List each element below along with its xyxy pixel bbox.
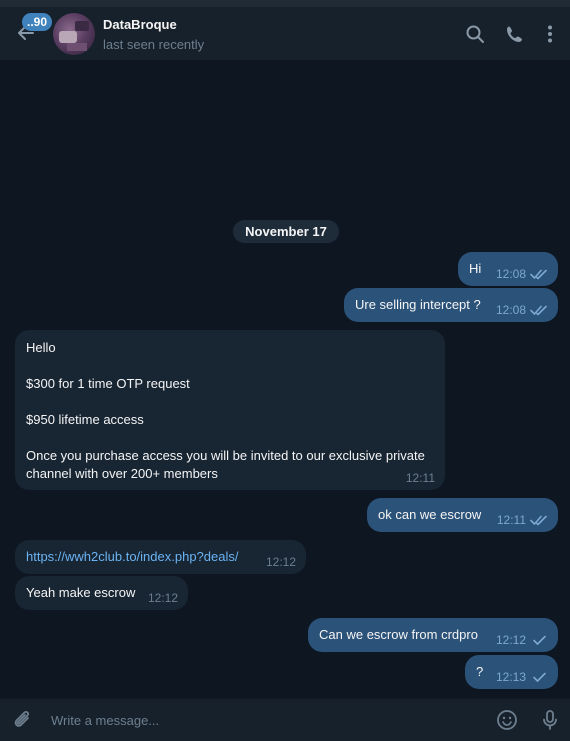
- date-separator: November 17: [233, 220, 339, 243]
- emoji-icon[interactable]: [496, 709, 518, 731]
- message-bubble-outgoing[interactable]: ok can we escrow 12:11: [367, 498, 558, 532]
- unread-count-badge: ..90: [22, 13, 53, 31]
- phone-icon[interactable]: [505, 24, 525, 44]
- message-time: 12:12: [495, 633, 526, 647]
- message-text: Hi: [469, 261, 482, 276]
- message-text: ok can we escrow: [378, 507, 482, 522]
- single-check-icon: [533, 672, 546, 682]
- message-meta: 12:08: [496, 303, 548, 317]
- message-time: 12:08: [495, 267, 526, 281]
- avatar[interactable]: [53, 13, 95, 55]
- search-icon[interactable]: [465, 24, 485, 44]
- double-check-icon: [530, 269, 547, 280]
- message-composer: Write a message...: [0, 698, 570, 741]
- message-text: Ure selling intercept ?: [355, 297, 481, 312]
- message-text: Hello $300 for 1 time OTP request $950 l…: [26, 340, 425, 481]
- message-time: 12:08: [495, 303, 526, 317]
- contact-name[interactable]: DataBroque: [103, 17, 177, 32]
- more-vertical-icon[interactable]: [540, 24, 560, 44]
- double-check-icon: [530, 305, 547, 316]
- message-time: 12:13: [495, 670, 526, 684]
- paperclip-icon[interactable]: [12, 709, 34, 731]
- message-meta: 12:08: [496, 267, 548, 281]
- message-bubble-outgoing[interactable]: Hi 12:08: [458, 252, 558, 286]
- message-time: 12:11: [405, 471, 435, 485]
- message-bubble-outgoing[interactable]: Ure selling intercept ? 12:08: [344, 288, 558, 322]
- message-text: Can we escrow from crdpro: [319, 627, 478, 642]
- message-time: 12:11: [496, 513, 526, 527]
- window-top-strip: [0, 0, 570, 7]
- message-bubble-incoming[interactable]: https://wwh2club.to/index.php?deals/ 12:…: [15, 540, 306, 574]
- message-text: Yeah make escrow: [26, 585, 136, 600]
- message-meta: 12:11: [497, 513, 548, 527]
- message-input[interactable]: Write a message...: [51, 713, 159, 728]
- message-time: 12:12: [147, 591, 178, 605]
- message-meta: 12:12: [266, 555, 296, 569]
- message-bubble-incoming[interactable]: Hello $300 for 1 time OTP request $950 l…: [15, 330, 445, 490]
- message-bubble-outgoing[interactable]: ? 12:13: [465, 655, 558, 689]
- message-meta: 12:13: [496, 670, 548, 684]
- message-meta: 12:11: [406, 471, 435, 485]
- chat-header: ..90 DataBroque last seen recently: [0, 7, 570, 61]
- last-seen-status: last seen recently: [103, 37, 205, 52]
- message-text: ?: [476, 664, 484, 679]
- message-bubble-incoming[interactable]: Yeah make escrow 12:12: [15, 576, 188, 610]
- double-check-icon: [530, 515, 547, 526]
- microphone-icon[interactable]: [539, 709, 561, 731]
- message-bubble-outgoing[interactable]: Can we escrow from crdpro 12:12: [308, 618, 558, 652]
- message-link[interactable]: https://wwh2club.to/index.php?deals/: [26, 549, 238, 564]
- single-check-icon: [533, 635, 546, 645]
- message-meta: 12:12: [496, 633, 548, 647]
- message-meta: 12:12: [148, 591, 178, 605]
- message-time: 12:12: [265, 555, 296, 569]
